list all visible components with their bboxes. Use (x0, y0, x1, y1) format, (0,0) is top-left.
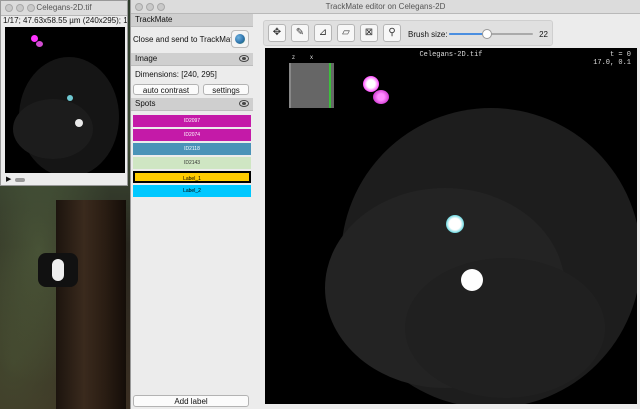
window-controls[interactable] (135, 3, 165, 11)
mouse-widget (38, 253, 78, 287)
close-icon[interactable] (135, 3, 143, 11)
brush-size-label: Brush size: (408, 30, 448, 39)
auto-contrast-button[interactable]: auto contrast (133, 84, 199, 95)
image-preview[interactable] (5, 27, 125, 173)
settings-button[interactable]: settings (203, 84, 249, 95)
brush-size-slider[interactable] (449, 29, 533, 39)
sidebar: TrackMate Close and send to TrackMate Im… (131, 14, 253, 409)
spot-label-item[interactable]: Label_1 (133, 171, 251, 183)
add-label-button[interactable]: Add label (133, 395, 249, 407)
image-section-title: Image (135, 54, 158, 63)
spot-list: ID2097 ID2074 ID2118 ID2143 Label_1 Label_2 (131, 111, 253, 197)
image-window-title: Celegans-2D.tif (36, 3, 92, 12)
clear-icon[interactable]: ⊠ (360, 24, 378, 42)
globe-icon[interactable] (231, 30, 249, 48)
image-section-header: Image (131, 53, 253, 66)
spot-label-item[interactable]: Label_2 (133, 185, 251, 197)
zoom-icon[interactable] (157, 3, 165, 11)
play-icon[interactable]: ▶ (6, 176, 11, 184)
image-window: Celegans-2D.tif 1/17; 47.63x58.55 µm (24… (0, 0, 128, 186)
main-window-titlebar[interactable]: TrackMate editor on Celegans-2D (131, 0, 640, 14)
nav-z-label: z (292, 55, 295, 61)
time-value: 17.0, 0.1 (593, 59, 631, 67)
nav-x-label: x (310, 55, 313, 61)
frame-scrollbar[interactable]: ▶ (5, 176, 125, 184)
time-line: t = 0 (609, 51, 631, 59)
spot-magenta-1[interactable] (363, 76, 379, 92)
brush-size-value: 22 (539, 30, 548, 39)
spots-section-title: Spots (135, 99, 156, 108)
fill-icon[interactable]: ⊿ (314, 24, 332, 42)
pencil-icon[interactable]: ✎ (291, 24, 309, 42)
preview-spot-white (75, 119, 83, 127)
eraser-icon[interactable]: ▱ (337, 24, 355, 42)
spots-section-header: Spots (131, 98, 253, 111)
close-icon[interactable] (5, 4, 13, 12)
image-window-titlebar[interactable]: Celegans-2D.tif (1, 1, 127, 16)
frame-slider-thumb[interactable] (15, 178, 25, 182)
image-canvas[interactable]: Celegans-2D.tif t = 0 17.0, 0.1 z x (265, 48, 637, 404)
spot-label-item[interactable]: ID2097 (133, 115, 251, 127)
eye-icon[interactable] (239, 55, 249, 62)
spot-label-item[interactable]: ID2143 (133, 157, 251, 169)
preview-spot-magenta-2 (36, 41, 43, 47)
spot-white[interactable] (461, 269, 483, 291)
desktop-tree-trunk (56, 200, 126, 409)
brush-slider-thumb[interactable] (481, 29, 492, 39)
main-window-title: TrackMate editor on Celegans-2D (325, 2, 446, 11)
navigator-overview[interactable]: z x (289, 55, 334, 108)
toolbar: ✥ ✎ ⊿ ▱ ⊠ ⚲ Brush size: 22 (263, 20, 553, 46)
spot-magenta-2[interactable] (373, 90, 389, 104)
move-icon[interactable]: ✥ (268, 24, 286, 42)
close-send-label: Close and send to TrackMate (133, 35, 238, 44)
minimize-icon[interactable] (146, 3, 154, 11)
spot-label-item[interactable]: ID2118 (133, 143, 251, 155)
preview-spot-cyan (67, 95, 73, 101)
eyedropper-icon[interactable]: ⚲ (383, 24, 401, 42)
image-dimensions: Dimensions: [240, 295] (135, 70, 217, 79)
time-readout: t = 0 17.0, 0.1 (593, 51, 631, 67)
spot-label-item[interactable]: ID2074 (133, 129, 251, 141)
close-send-row: Close and send to TrackMate (131, 27, 253, 53)
spot-cyan[interactable] (446, 215, 464, 233)
minimize-icon[interactable] (16, 4, 24, 12)
eye-icon[interactable] (239, 100, 249, 107)
trackmate-section-header: TrackMate (131, 14, 253, 27)
trackmate-editor-window: TrackMate editor on Celegans-2D TrackMat… (130, 0, 640, 409)
window-controls[interactable] (5, 4, 35, 12)
image-info: 1/17; 47.63x58.55 µm (240x295); 16- (3, 16, 127, 25)
zoom-icon[interactable] (27, 4, 35, 12)
canvas-title: Celegans-2D.tif (419, 51, 483, 59)
